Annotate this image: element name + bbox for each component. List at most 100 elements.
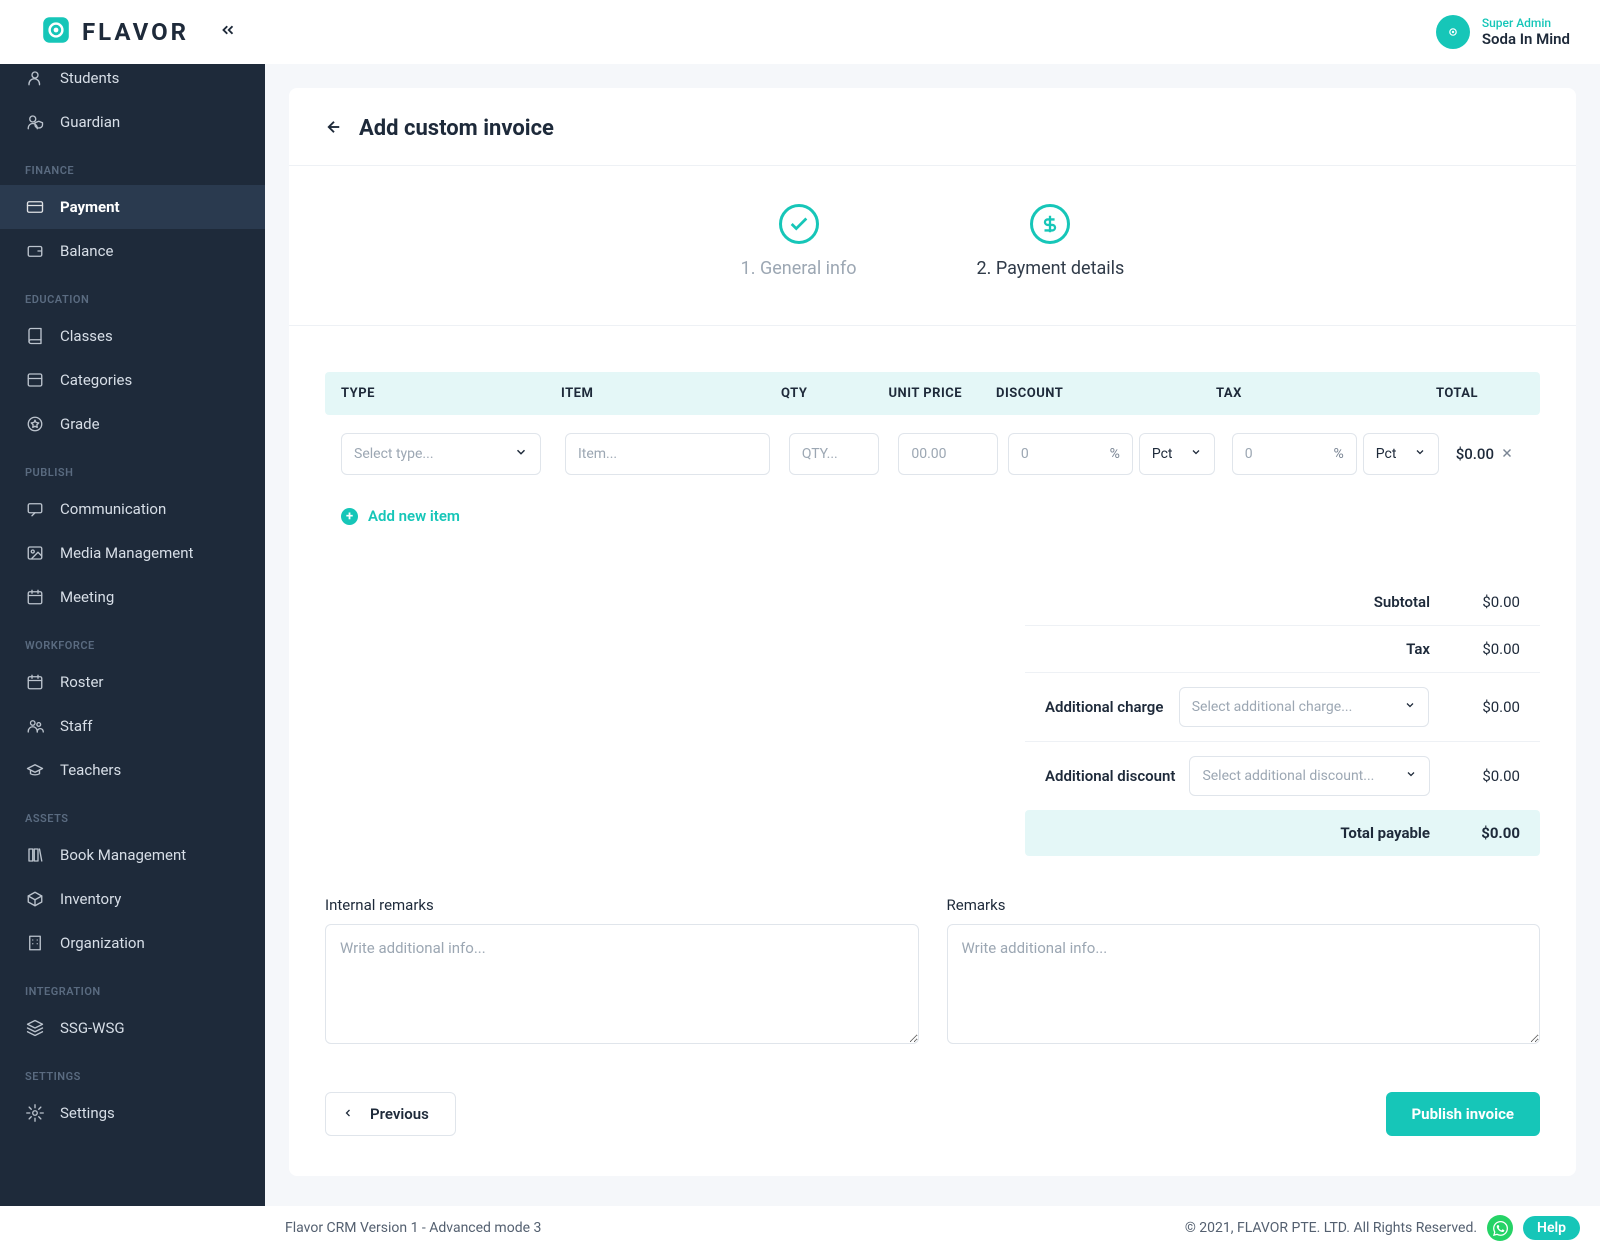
sidebar-section-label: EDUCATION xyxy=(0,273,265,314)
sidebar-item-teachers[interactable]: Teachers xyxy=(0,748,265,792)
select-placeholder: Select additional charge... xyxy=(1192,699,1353,715)
card: Add custom invoice 1. General info 2. Pa… xyxy=(289,88,1576,1176)
sidebar-item-label: Payment xyxy=(60,198,120,216)
discount-input[interactable]: % xyxy=(1008,433,1133,475)
table-header: TYPE ITEM QTY UNIT PRICE DISCOUNT TAX TO… xyxy=(325,372,1540,415)
step-payment-details: 2. Payment details xyxy=(977,204,1125,279)
col-qty: QTY xyxy=(781,386,889,401)
user-role: Super Admin xyxy=(1482,16,1551,30)
calendar-icon xyxy=(25,587,45,607)
subtotal-value: $0.00 xyxy=(1430,593,1520,611)
sidebar: Students GuardianFINANCE Payment BalanceEDU… xyxy=(0,64,265,1206)
tax-row: Tax $0.00 xyxy=(1025,626,1540,673)
additional-charge-row: Additional charge Select additional char… xyxy=(1025,673,1540,742)
sidebar-item-payment[interactable]: Payment xyxy=(0,185,265,229)
check-icon xyxy=(779,204,819,244)
sidebar-item-book-management[interactable]: Book Management xyxy=(0,833,265,877)
cap-icon xyxy=(25,760,45,780)
help-button[interactable]: Help xyxy=(1523,1216,1580,1240)
tax-input[interactable]: % xyxy=(1232,433,1357,475)
star-icon xyxy=(25,414,45,434)
page-header: Add custom invoice xyxy=(289,88,1576,166)
chevron-down-icon xyxy=(1414,446,1426,462)
item-input[interactable] xyxy=(565,433,770,475)
col-tax: TAX xyxy=(1216,386,1436,401)
wallet-icon xyxy=(25,241,45,261)
user-name: Soda In Mind xyxy=(1482,30,1570,48)
sidebar-item-media-management[interactable]: Media Management xyxy=(0,531,265,575)
footer-left: Flavor CRM Version 1 - Advanced mode 3 xyxy=(285,1220,541,1236)
sidebar-item-label: Meeting xyxy=(60,588,114,606)
user-shield-icon xyxy=(25,112,45,132)
sidebar-item-staff[interactable]: Staff xyxy=(0,704,265,748)
logo[interactable]: FLAVOR xyxy=(40,14,237,50)
chevron-down-icon xyxy=(1404,699,1416,715)
chevron-down-icon xyxy=(1190,446,1202,462)
tax-unit-select[interactable]: Pct xyxy=(1363,433,1439,475)
discount-unit-select[interactable]: Pct xyxy=(1139,433,1215,475)
step-label: 1. General info xyxy=(741,258,857,279)
row-total: $0.00 xyxy=(1456,445,1494,463)
previous-button[interactable]: Previous xyxy=(325,1092,456,1136)
sidebar-item-communication[interactable]: Communication xyxy=(0,487,265,531)
sidebar-item-ssg-wsg[interactable]: SSG-WSG xyxy=(0,1006,265,1050)
additional-charge-select[interactable]: Select additional charge... xyxy=(1179,687,1429,727)
total-payable-value: $0.00 xyxy=(1430,824,1520,842)
sidebar-item-label: Inventory xyxy=(60,890,121,908)
subtotal-label: Subtotal xyxy=(1045,593,1430,611)
user-menu[interactable]: Super Admin Soda In Mind xyxy=(1436,15,1570,49)
sidebar-item-inventory[interactable]: Inventory xyxy=(0,877,265,921)
delete-row-button[interactable] xyxy=(1500,445,1514,464)
sidebar-section-label: SETTINGS xyxy=(0,1050,265,1091)
sidebar-item-label: Students xyxy=(60,69,119,87)
logo-icon xyxy=(40,14,72,50)
whatsapp-button[interactable] xyxy=(1487,1215,1513,1241)
gear-icon xyxy=(25,1103,45,1123)
tax-value: $0.00 xyxy=(1430,640,1520,658)
col-unit: UNIT PRICE xyxy=(888,386,996,401)
layers-icon xyxy=(25,1018,45,1038)
qty-input[interactable] xyxy=(789,433,879,475)
additional-discount-select[interactable]: Select additional discount... xyxy=(1189,756,1430,796)
sidebar-item-students[interactable]: Students xyxy=(0,64,265,100)
sidebar-item-grade[interactable]: Grade xyxy=(0,402,265,446)
items-table: TYPE ITEM QTY UNIT PRICE DISCOUNT TAX TO… xyxy=(289,326,1576,569)
remarks-input[interactable] xyxy=(947,924,1541,1044)
type-select[interactable]: Select type... xyxy=(341,433,541,475)
sidebar-item-balance[interactable]: Balance xyxy=(0,229,265,273)
sidebar-item-label: Staff xyxy=(60,717,92,735)
sidebar-item-guardian[interactable]: Guardian xyxy=(0,100,265,144)
sidebar-item-meeting[interactable]: Meeting xyxy=(0,575,265,619)
sidebar-item-roster[interactable]: Roster xyxy=(0,660,265,704)
step-label: 2. Payment details xyxy=(977,258,1125,279)
sidebar-item-organization[interactable]: Organization xyxy=(0,921,265,965)
sidebar-item-label: Book Management xyxy=(60,846,186,864)
table-row: Select type... xyxy=(325,415,1540,493)
sidebar-item-classes[interactable]: Classes xyxy=(0,314,265,358)
sidebar-item-settings[interactable]: Settings xyxy=(0,1091,265,1135)
sidebar-section-label: FINANCE xyxy=(0,144,265,185)
box-icon xyxy=(25,889,45,909)
building-icon xyxy=(25,933,45,953)
sidebar-item-label: Grade xyxy=(60,415,100,433)
additional-discount-value: $0.00 xyxy=(1430,767,1520,785)
add-item-button[interactable]: + Add new item xyxy=(325,493,1540,549)
internal-remarks-label: Internal remarks xyxy=(325,896,919,914)
back-button[interactable] xyxy=(325,118,343,140)
sidebar-collapse-button[interactable] xyxy=(219,21,237,43)
publish-button[interactable]: Publish invoice xyxy=(1386,1092,1541,1136)
card-icon xyxy=(25,197,45,217)
sidebar-section-label: PUBLISH xyxy=(0,446,265,487)
subtotal-row: Subtotal $0.00 xyxy=(1025,579,1540,626)
sidebar-item-label: Communication xyxy=(60,500,166,518)
sidebar-item-categories[interactable]: Categories xyxy=(0,358,265,402)
chevron-down-icon xyxy=(1405,768,1417,784)
footer-copyright: © 2021, FLAVOR PTE. LTD. All Rights Rese… xyxy=(1185,1220,1477,1236)
col-type: TYPE xyxy=(341,386,561,401)
step-general-info[interactable]: 1. General info xyxy=(741,204,857,279)
internal-remarks-input[interactable] xyxy=(325,924,919,1044)
user-info: Super Admin Soda In Mind xyxy=(1482,16,1570,48)
unit-price-input[interactable] xyxy=(898,433,998,475)
additional-discount-row: Additional discount Select additional di… xyxy=(1025,742,1540,810)
plus-icon: + xyxy=(341,508,358,525)
